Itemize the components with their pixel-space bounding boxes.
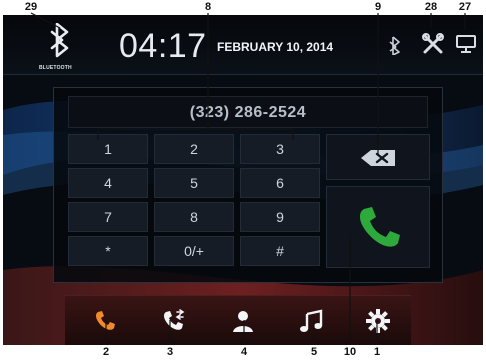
music-icon bbox=[300, 309, 323, 332]
phone-icon bbox=[96, 311, 115, 330]
key-5[interactable]: 5 bbox=[154, 168, 234, 198]
call-button[interactable] bbox=[326, 186, 430, 268]
bluetooth-label: BLUETOOTH bbox=[39, 65, 72, 71]
key-9[interactable]: 9 bbox=[240, 202, 320, 232]
callout-5: 5 bbox=[310, 346, 318, 358]
callout-29: 29 bbox=[24, 1, 38, 13]
date: FEBRUARY 10, 2014 bbox=[217, 40, 334, 54]
key-7[interactable]: 7 bbox=[68, 202, 148, 232]
key-8[interactable]: 8 bbox=[154, 202, 234, 232]
display-icon[interactable] bbox=[455, 33, 477, 55]
dialer-panel: (323) 286-2524 1 2 3 4 5 6 7 8 9 * 0/+ # bbox=[53, 87, 443, 283]
number-display: (323) 286-2524 bbox=[68, 96, 428, 128]
phone-icon bbox=[360, 207, 400, 247]
contacts-icon bbox=[233, 311, 253, 332]
callout-27: 27 bbox=[458, 1, 472, 13]
recent-calls-icon bbox=[164, 309, 185, 330]
bluetooth-button[interactable] bbox=[38, 22, 84, 69]
status-bar: BLUETOOTH 04:17 FEBRUARY 10, 2014 bbox=[3, 15, 483, 75]
settings-icon bbox=[366, 309, 390, 333]
key-3[interactable]: 3 bbox=[240, 134, 320, 164]
callout-28: 28 bbox=[424, 1, 438, 13]
bluetooth-icon bbox=[50, 22, 69, 58]
key-zero-plus[interactable]: 0/+ bbox=[154, 236, 234, 266]
backspace-icon bbox=[361, 150, 395, 166]
callout-1: 1 bbox=[373, 346, 381, 358]
dock-contacts-button[interactable] bbox=[223, 304, 263, 338]
callout-9: 9 bbox=[374, 1, 382, 13]
head-unit-screen: BLUETOOTH 04:17 FEBRUARY 10, 2014 (323) … bbox=[3, 15, 483, 345]
callout-3: 3 bbox=[166, 346, 174, 358]
callout-8: 8 bbox=[204, 1, 212, 13]
dock-phone-button[interactable] bbox=[85, 304, 125, 338]
tools-icon[interactable] bbox=[421, 32, 445, 56]
clock: 04:17 bbox=[119, 27, 207, 65]
dock-music-button[interactable] bbox=[292, 304, 332, 338]
key-hash[interactable]: # bbox=[240, 236, 320, 266]
callout-10: 10 bbox=[343, 346, 357, 358]
bluetooth-status-icon bbox=[389, 36, 400, 55]
key-1[interactable]: 1 bbox=[68, 134, 148, 164]
key-2[interactable]: 2 bbox=[154, 134, 234, 164]
delete-button[interactable] bbox=[326, 134, 430, 180]
callout-4: 4 bbox=[240, 346, 248, 358]
key-4[interactable]: 4 bbox=[68, 168, 148, 198]
callout-2: 2 bbox=[102, 346, 110, 358]
key-6[interactable]: 6 bbox=[240, 168, 320, 198]
dock-settings-button[interactable] bbox=[358, 304, 398, 338]
dock-recent-calls-button[interactable] bbox=[154, 304, 194, 338]
bottom-dock bbox=[65, 295, 411, 345]
key-star[interactable]: * bbox=[68, 236, 148, 266]
